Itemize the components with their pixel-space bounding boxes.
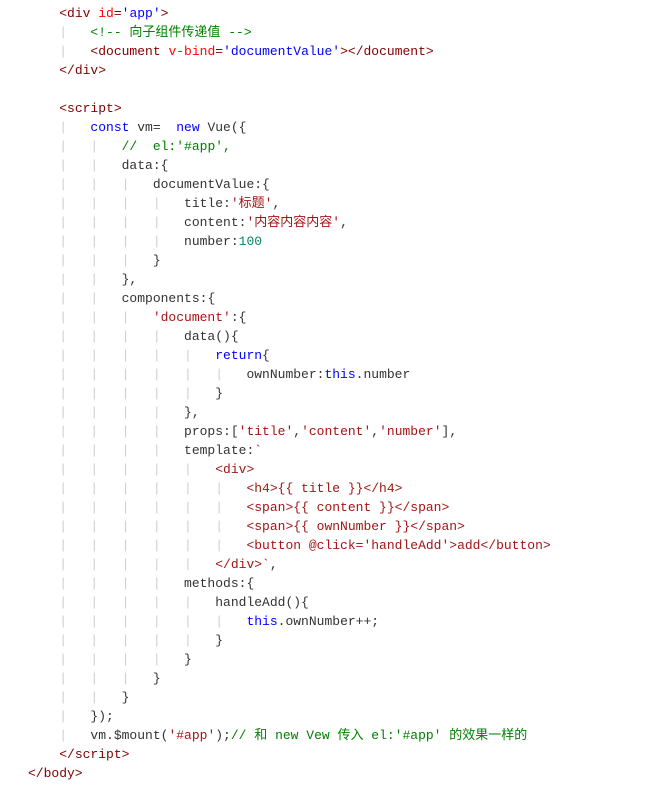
code-line: | | | | | </div>`, [28, 555, 657, 574]
code-line: | | | | | return{ [28, 346, 657, 365]
code-line: | | | | content:'内容内容内容', [28, 213, 657, 232]
code-line: | | | | | | <button @click='handleAdd'>a… [28, 536, 657, 555]
code-line: | | | | | handleAdd(){ [28, 593, 657, 612]
code-line: | <!-- 向子组件传递值 --> [28, 23, 657, 42]
code-line: </script> [28, 745, 657, 764]
code-line: | | | | number:100 [28, 232, 657, 251]
code-line: | | | | | | <h4>{{ title }}</h4> [28, 479, 657, 498]
code-line: | | data:{ [28, 156, 657, 175]
code-line: | | | | | | <span>{{ content }}</span> [28, 498, 657, 517]
code-line: | <document v-bind='documentValue'></doc… [28, 42, 657, 61]
code-line: | | | | props:['title','content','number… [28, 422, 657, 441]
code-line: | | // el:'#app', [28, 137, 657, 156]
code-line: | | | | title:'标题', [28, 194, 657, 213]
code-line: | | | } [28, 669, 657, 688]
code-line: | }); [28, 707, 657, 726]
code-line: | vm.$mount('#app');// 和 new Vew 传入 el:'… [28, 726, 657, 745]
code-line: <script> [28, 99, 657, 118]
code-line: | | | | | <div> [28, 460, 657, 479]
code-line: | | }, [28, 270, 657, 289]
code-line: | | components:{ [28, 289, 657, 308]
code-line: | | | | | | ownNumber:this.number [28, 365, 657, 384]
code-line: | | | | | | <span>{{ ownNumber }}</span> [28, 517, 657, 536]
code-line [28, 80, 657, 99]
code-line: | | | | } [28, 650, 657, 669]
code-line: | | | 'document':{ [28, 308, 657, 327]
code-line: | | | | template:` [28, 441, 657, 460]
code-line: <div id='app'> [28, 4, 657, 23]
code-line: | | | | }, [28, 403, 657, 422]
code-block: <div id='app'> | <!-- 向子组件传递值 --> | <doc… [0, 0, 657, 787]
code-line: | | } [28, 688, 657, 707]
code-line: </div> [28, 61, 657, 80]
code-line: | | | | | } [28, 631, 657, 650]
code-line: </body> [28, 764, 657, 783]
code-line: | | | } [28, 251, 657, 270]
code-line: | const vm= new Vue({ [28, 118, 657, 137]
code-line: | | | documentValue:{ [28, 175, 657, 194]
code-line: | | | | methods:{ [28, 574, 657, 593]
code-line: | | | | | } [28, 384, 657, 403]
code-line: | | | | | | this.ownNumber++; [28, 612, 657, 631]
code-line: | | | | data(){ [28, 327, 657, 346]
